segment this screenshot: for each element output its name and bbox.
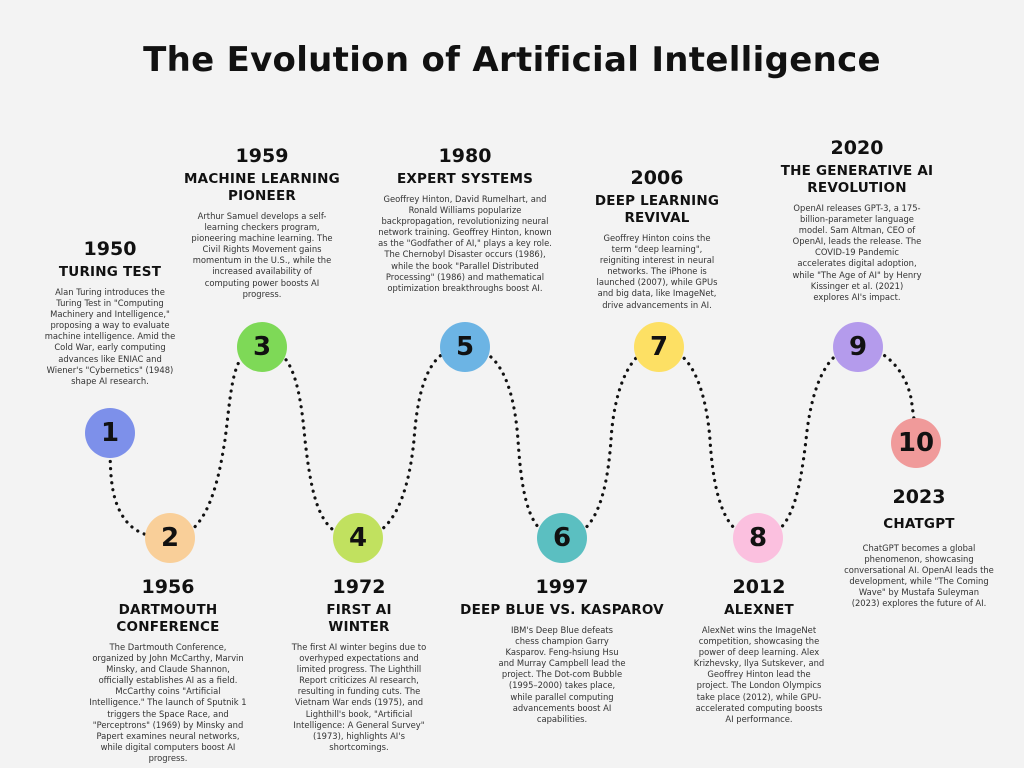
- milestone-number: 9: [848, 332, 868, 362]
- milestone-year: 2006: [630, 167, 684, 189]
- milestone-heading: DEEP LEARNING REVIVAL: [594, 193, 720, 226]
- milestone-2-circle: 2: [145, 513, 195, 563]
- milestone-description: The first AI winter begins due to overhy…: [291, 642, 427, 752]
- milestone-1-circle: 1: [85, 408, 135, 458]
- milestone-description: Geoffrey Hinton, David Rumelhart, and Ro…: [378, 194, 552, 293]
- milestone-heading: THE GENERATIVE AI REVOLUTION: [780, 163, 934, 196]
- milestone-number: 7: [649, 332, 669, 362]
- milestone-description: ChatGPT becomes a global phenomenon, sho…: [844, 543, 994, 609]
- milestone-description: AlexNet wins the ImageNet competition, s…: [693, 625, 825, 724]
- milestone-year: 1997: [535, 576, 589, 598]
- milestone-description: Arthur Samuel develops a self-learning c…: [191, 211, 333, 299]
- milestone-number: 2: [160, 523, 180, 553]
- milestone-year: 1959: [235, 145, 289, 167]
- milestone-5-text: 1980 EXPERT SYSTEMS Geoffrey Hinton, Dav…: [370, 145, 560, 294]
- milestone-heading: CHATGPT: [883, 516, 955, 532]
- milestone-description: Geoffrey Hinton coins the term "deep lea…: [596, 233, 718, 310]
- milestone-number: 3: [252, 332, 272, 362]
- milestone-year: 1972: [332, 576, 386, 598]
- milestone-heading: MACHINE LEARNING PIONEER: [184, 171, 340, 204]
- milestone-heading: TURING TEST: [58, 264, 162, 280]
- milestone-description: The Dartmouth Conference, organized by J…: [89, 642, 247, 763]
- milestone-number: 1: [100, 418, 120, 448]
- milestone-7-text: 2006 DEEP LEARNING REVIVAL Geoffrey Hint…: [572, 167, 742, 311]
- milestone-description: Alan Turing introduces the Turing Test i…: [44, 287, 176, 386]
- milestone-5-circle: 5: [440, 322, 490, 372]
- milestone-heading: ALEXNET: [724, 602, 794, 618]
- milestone-year: 1950: [83, 238, 137, 260]
- milestone-number: 5: [455, 332, 475, 362]
- milestone-6-circle: 6: [537, 513, 587, 563]
- milestone-description: OpenAI releases GPT-3, a 175-billion-par…: [792, 203, 922, 302]
- milestone-number: 8: [748, 523, 768, 553]
- milestone-year: 2023: [892, 486, 946, 508]
- milestone-year: 1956: [141, 576, 195, 598]
- milestone-4-text: 1972 FIRST AI WINTER The first AI winter…: [279, 576, 439, 753]
- milestone-9-text: 2020 THE GENERATIVE AI REVOLUTION OpenAI…: [765, 137, 950, 303]
- milestone-10-text: 2023 CHATGPT ChatGPT becomes a global ph…: [839, 486, 999, 610]
- milestone-heading: EXPERT SYSTEMS: [396, 171, 534, 187]
- milestone-7-circle: 7: [634, 322, 684, 372]
- milestone-10-circle: 10: [891, 418, 941, 468]
- milestone-heading: DARTMOUTH CONFERENCE: [116, 602, 220, 635]
- milestone-number: 6: [552, 523, 572, 553]
- milestone-number: 10: [897, 428, 935, 458]
- milestone-4-circle: 4: [333, 513, 383, 563]
- milestone-number: 4: [348, 523, 368, 553]
- milestone-3-text: 1959 MACHINE LEARNING PIONEER Arthur Sam…: [172, 145, 352, 300]
- milestone-2-text: 1956 DARTMOUTH CONFERENCE The Dartmouth …: [83, 576, 253, 764]
- milestone-description: IBM's Deep Blue defeats chess champion G…: [498, 625, 626, 724]
- milestone-8-text: 2012 ALEXNET AlexNet wins the ImageNet c…: [684, 576, 834, 725]
- milestone-heading: DEEP BLUE VS. KASPAROV: [460, 602, 664, 618]
- milestone-9-circle: 9: [833, 322, 883, 372]
- milestone-heading: FIRST AI WINTER: [326, 602, 392, 635]
- milestone-year: 1980: [438, 145, 492, 167]
- milestone-1-text: 1950 TURING TEST Alan Turing introduces …: [35, 238, 185, 387]
- milestone-6-text: 1997 DEEP BLUE VS. KASPAROV IBM's Deep B…: [452, 576, 672, 725]
- milestone-year: 2020: [830, 137, 884, 159]
- milestone-3-circle: 3: [237, 322, 287, 372]
- milestone-year: 2012: [732, 576, 786, 598]
- milestone-8-circle: 8: [733, 513, 783, 563]
